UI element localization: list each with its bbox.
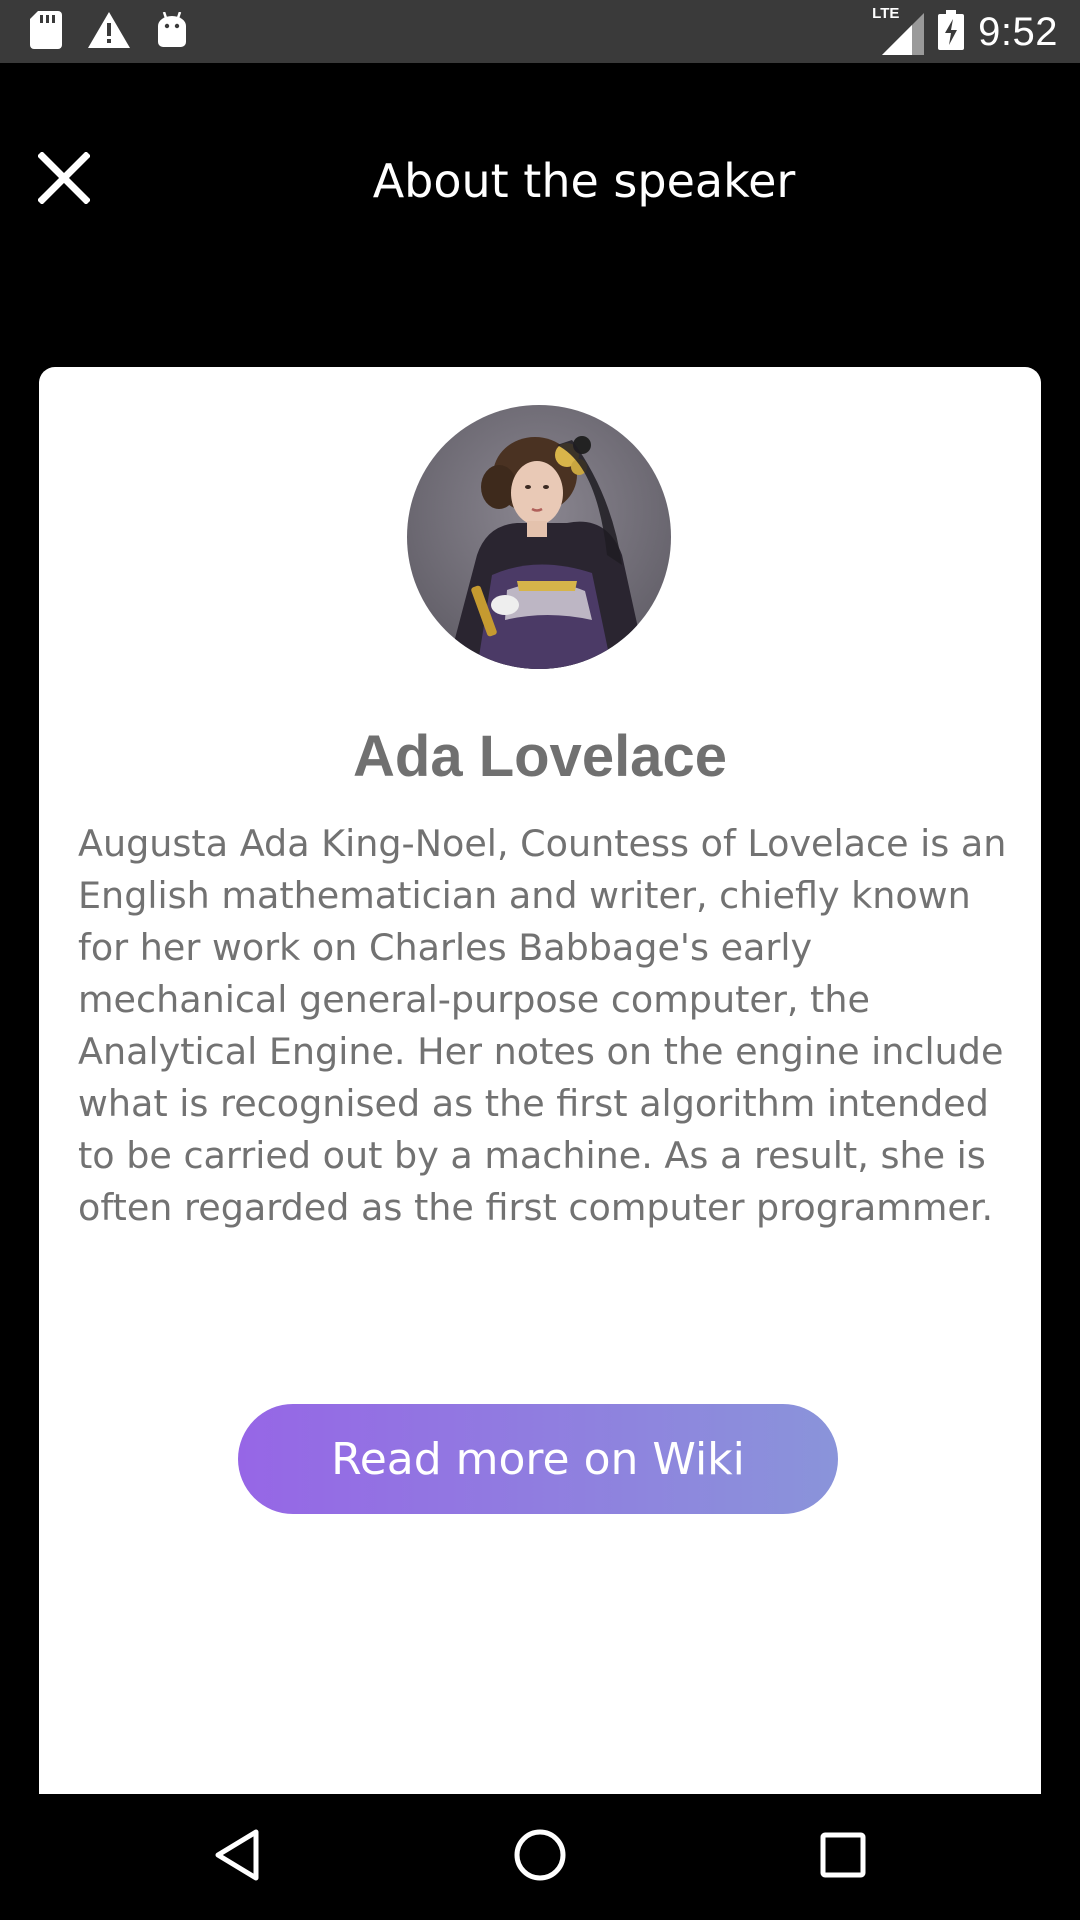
status-right-icons: LTE 9:52 — [872, 5, 1058, 58]
status-bar: LTE 9:52 — [0, 0, 1080, 63]
status-time: 9:52 — [978, 9, 1058, 54]
back-triangle-icon — [212, 1828, 262, 1886]
home-button[interactable] — [507, 1824, 573, 1890]
signal-icon: LTE — [872, 5, 925, 55]
battery-charging-icon — [938, 10, 965, 54]
android-icon — [156, 11, 188, 52]
recents-button[interactable] — [810, 1824, 876, 1890]
back-button[interactable] — [204, 1824, 270, 1890]
page-title: About the speaker — [372, 154, 796, 208]
status-left-icons — [30, 10, 188, 54]
home-circle-icon — [512, 1827, 568, 1887]
speaker-avatar — [407, 405, 671, 669]
speaker-bio: Augusta Ada King-Noel, Countess of Lovel… — [78, 822, 1007, 1229]
read-more-wiki-button[interactable]: Read more on Wiki — [238, 1404, 838, 1514]
warning-icon — [88, 12, 130, 52]
speaker-name: Ada Lovelace — [353, 724, 727, 789]
sd-card-icon — [30, 11, 62, 53]
network-type-label: LTE — [872, 5, 900, 22]
recents-square-icon — [818, 1830, 868, 1884]
speaker-card: Ada Lovelace Augusta Ada King-Noel, Coun… — [39, 367, 1041, 1804]
navigation-bar — [0, 1794, 1080, 1920]
